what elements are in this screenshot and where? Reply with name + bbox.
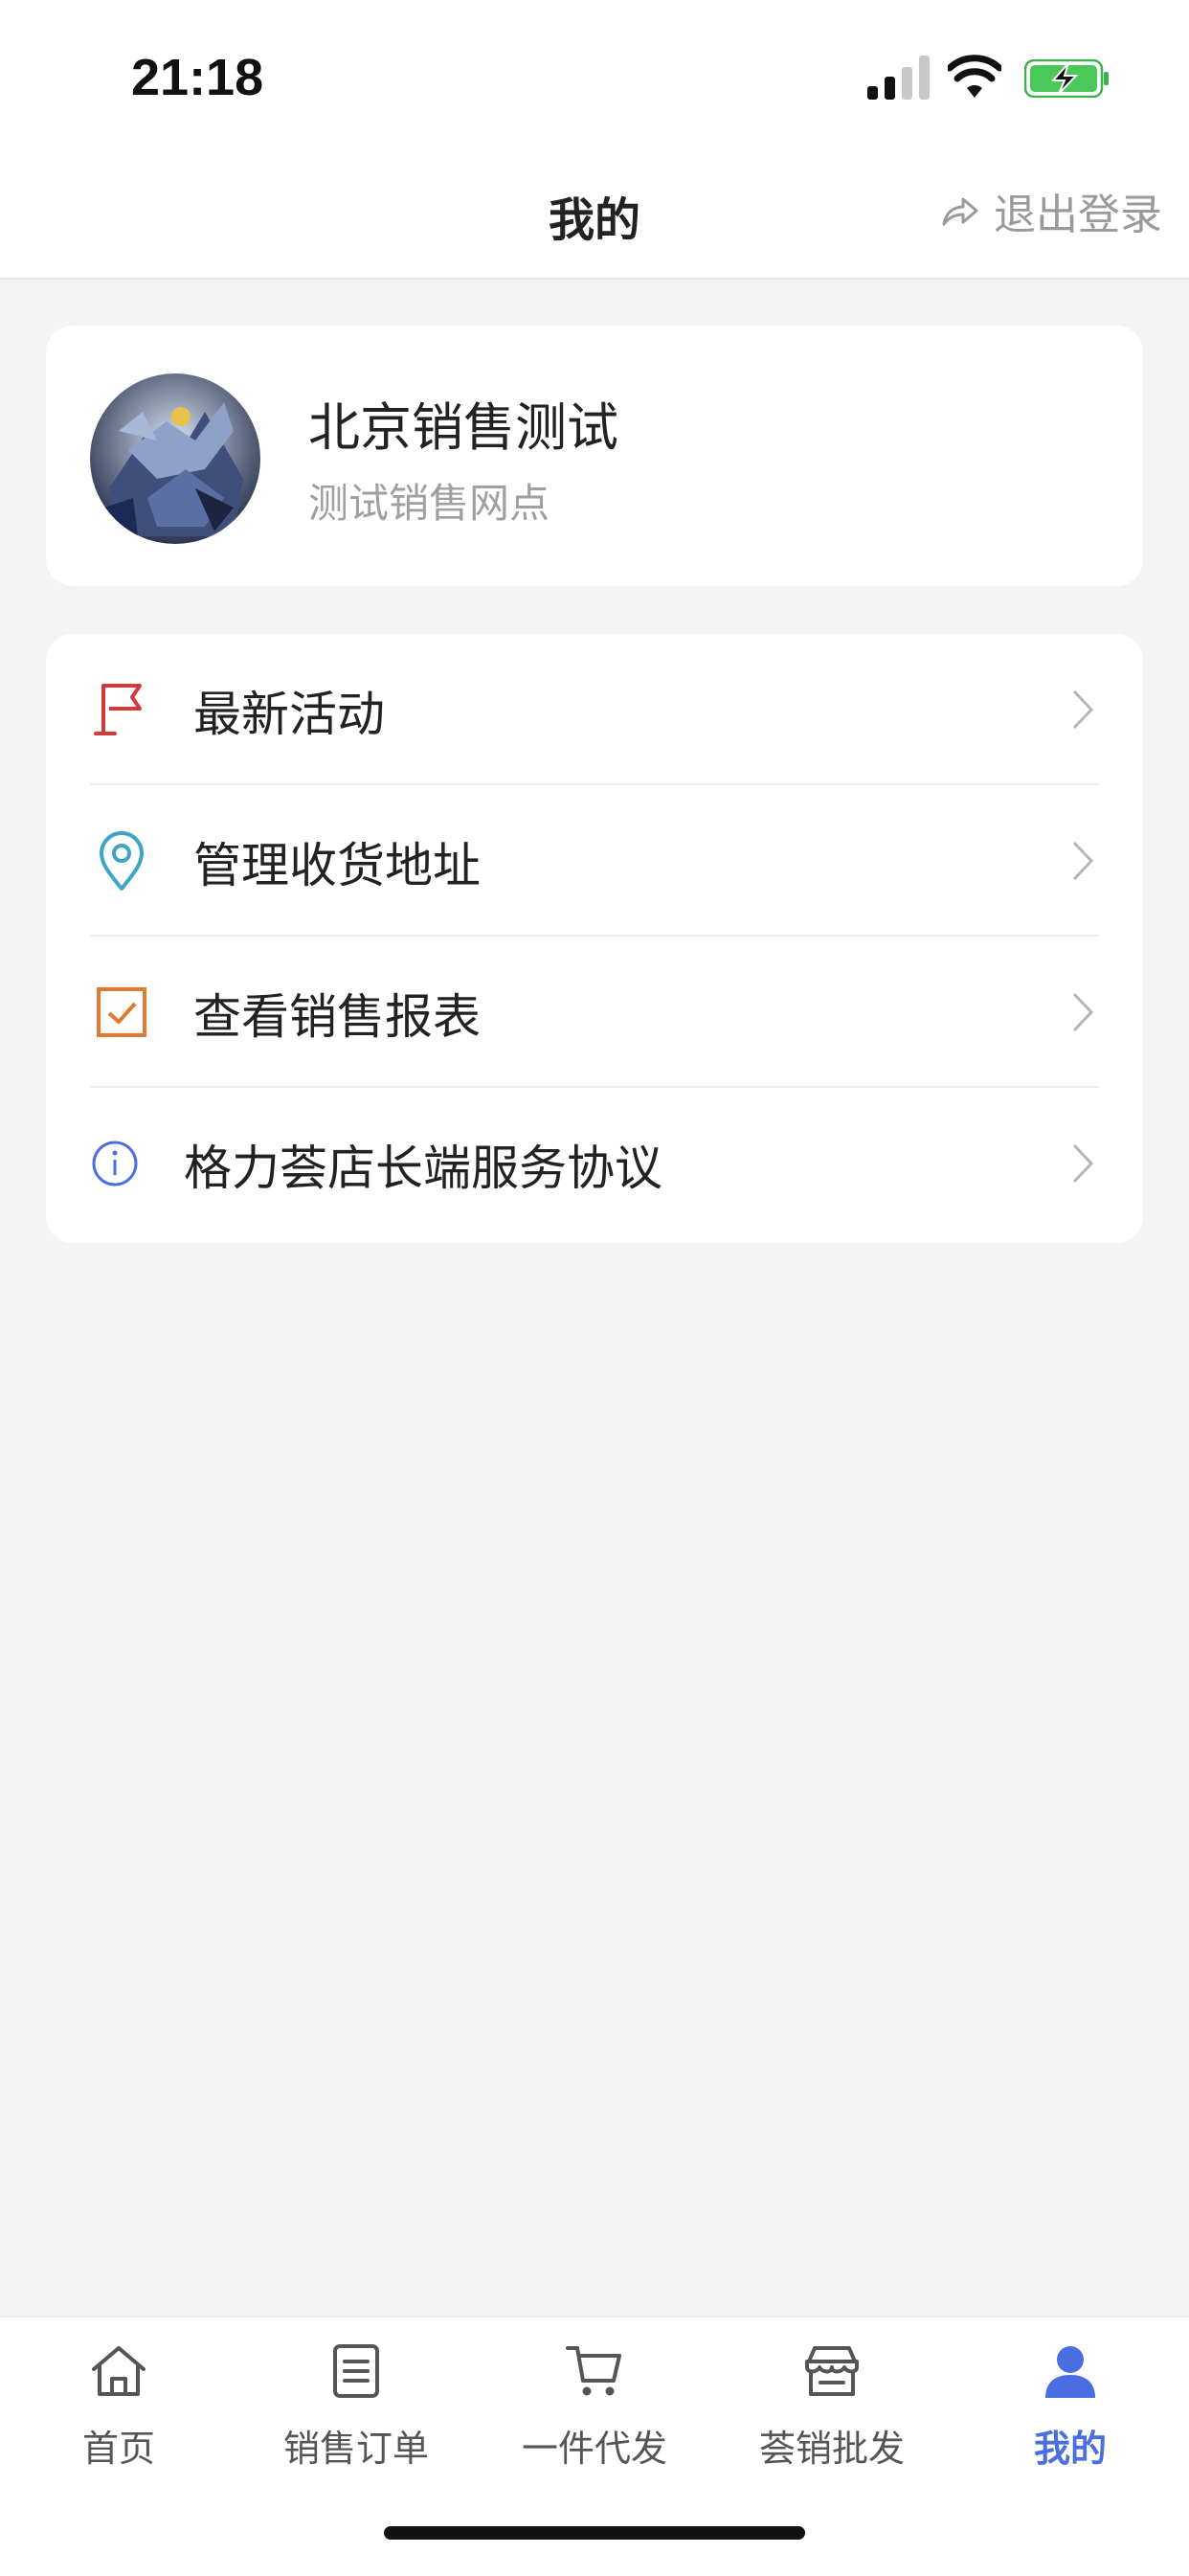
- menu-item-label: 管理收货地址: [193, 838, 481, 893]
- home-icon: [92, 2346, 146, 2396]
- menu-item-label: 格力荟店长端服务协议: [184, 1141, 662, 1196]
- location-pin-icon: [100, 831, 144, 891]
- tab-mine[interactable]: 我的: [952, 2317, 1189, 2509]
- cellular-signal-icon: [867, 56, 930, 100]
- chevron-right-icon: [1072, 689, 1094, 730]
- avatar: [90, 373, 260, 544]
- tab-dropship[interactable]: 一件代发: [476, 2317, 713, 2509]
- flag-icon: [94, 684, 142, 735]
- store-icon: [805, 2346, 859, 2396]
- cart-icon: [566, 2346, 621, 2396]
- menu-item-label: 查看销售报表: [193, 989, 481, 1045]
- chevron-right-icon: [1072, 1143, 1094, 1184]
- chevron-right-icon: [1072, 841, 1094, 881]
- home-indicator: [384, 2526, 805, 2540]
- tab-label: 首页: [81, 2428, 155, 2470]
- chevron-right-icon: [1072, 992, 1094, 1032]
- battery-charging-icon: [1024, 59, 1109, 98]
- tab-sales-orders[interactable]: 销售订单: [237, 2317, 475, 2509]
- logout-button[interactable]: 退出登录: [938, 180, 1162, 241]
- wifi-icon: [948, 55, 1001, 98]
- status-time: 21:18: [131, 49, 264, 106]
- tab-label: 我的: [1033, 2428, 1107, 2470]
- menu-item-sales-report[interactable]: 查看销售报表: [46, 937, 1143, 1088]
- tab-label: 一件代发: [521, 2428, 667, 2470]
- menu-card: 最新活动 管理收货地址 查看销售报表 格力荟店长端服务协议: [46, 634, 1143, 1243]
- order-list-icon: [333, 2344, 379, 2398]
- profile-card[interactable]: 北京销售测试 测试销售网点: [46, 326, 1143, 586]
- tab-label: 荟销批发: [758, 2428, 905, 2470]
- tab-wholesale[interactable]: 荟销批发: [713, 2317, 951, 2509]
- menu-item-service-agreement[interactable]: 格力荟店长端服务协议: [46, 1088, 1143, 1239]
- status-bar: 21:18: [0, 0, 1189, 153]
- logout-label: 退出登录: [994, 191, 1162, 239]
- share-arrow-icon: [942, 197, 978, 226]
- user-icon: [1045, 2346, 1095, 2398]
- menu-item-latest-activities[interactable]: 最新活动: [46, 634, 1143, 785]
- menu-item-manage-address[interactable]: 管理收货地址: [46, 785, 1143, 937]
- profile-subtitle: 测试销售网点: [308, 480, 550, 527]
- checkbox-icon: [97, 987, 146, 1037]
- info-icon: [92, 1141, 138, 1186]
- tab-home[interactable]: 首页: [0, 2317, 237, 2509]
- profile-name: 北京销售测试: [308, 397, 618, 458]
- nav-bar: 我的 退出登录: [0, 153, 1189, 280]
- menu-item-label: 最新活动: [193, 687, 385, 742]
- tab-label: 销售订单: [282, 2428, 429, 2470]
